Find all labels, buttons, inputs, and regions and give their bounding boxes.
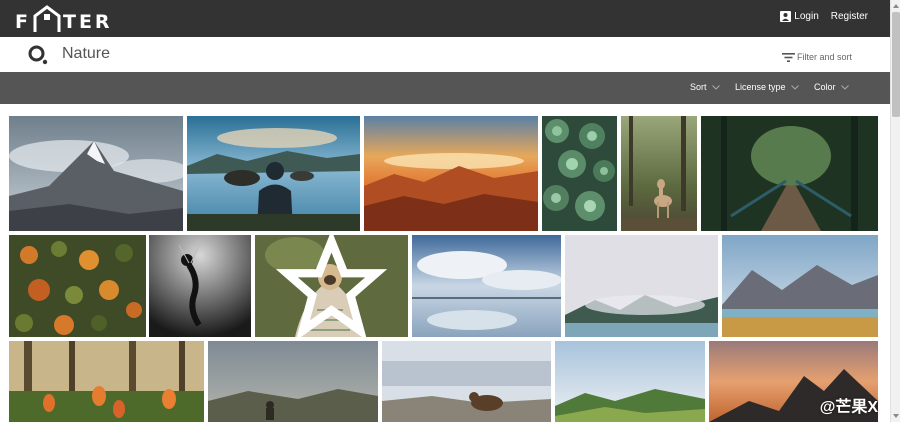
- bear-snow-image: [382, 341, 551, 422]
- photo-green-rolling-hills[interactable]: [555, 341, 705, 422]
- top-bar: F TER Login Register: [0, 0, 890, 37]
- photo-deer-in-forest[interactable]: [621, 116, 697, 231]
- mountain-peak-image: [9, 116, 183, 231]
- register-link[interactable]: Register: [831, 11, 868, 22]
- sort-label: Sort: [690, 82, 707, 92]
- logo-letter-f: F: [15, 11, 31, 33]
- desert-lake-image: [722, 235, 878, 337]
- sunset-image: [364, 116, 538, 231]
- bridge-image: [701, 116, 878, 231]
- chevron-down-icon: [711, 84, 720, 90]
- chevron-down-icon: [840, 84, 849, 90]
- photo-tulips-in-forest[interactable]: [9, 341, 204, 422]
- succulents-image: [542, 116, 617, 231]
- photo-foggy-hills-person[interactable]: [208, 341, 378, 422]
- foggy-hills-image: [208, 341, 378, 422]
- sky-reflection-image: [412, 235, 561, 337]
- deer-image: [621, 116, 697, 231]
- filter-icon: [781, 52, 795, 62]
- photo-desert-mountain-lake[interactable]: [722, 235, 878, 337]
- watermark: @芒果X: [819, 399, 878, 416]
- photo-green-succulents[interactable]: [542, 116, 617, 231]
- favorite-star-icon[interactable]: [255, 235, 408, 337]
- house-logo-icon: [33, 5, 61, 32]
- photo-cloudy-sky-reflection[interactable]: [412, 235, 561, 337]
- scrollbar-thumb[interactable]: [892, 12, 900, 117]
- filter-bar: Sort License type Color: [0, 72, 890, 104]
- color-label: Color: [814, 82, 836, 92]
- photo-man-at-mountain-lake[interactable]: [187, 116, 360, 231]
- license-type-dropdown[interactable]: License type: [735, 82, 799, 92]
- photo-autumn-forest-aerial[interactable]: [9, 235, 146, 337]
- chevron-down-icon: [790, 84, 799, 90]
- green-hills-image: [555, 341, 705, 422]
- search-icon[interactable]: [27, 44, 49, 66]
- page: F TER Login Register Nature Filter and s…: [0, 0, 900, 422]
- account-links: Login Register: [780, 11, 868, 22]
- user-icon: [780, 11, 792, 22]
- photo-sunset-over-mountains[interactable]: [364, 116, 538, 231]
- photo-dog-in-blanket[interactable]: [255, 235, 408, 337]
- autumn-forest-image: [9, 235, 146, 337]
- license-label: License type: [735, 82, 786, 92]
- man-lake-image: [187, 116, 360, 231]
- photo-bear-in-snow[interactable]: [382, 341, 551, 422]
- photo-forest-bridge[interactable]: [701, 116, 878, 231]
- search-row: Nature Filter and sort: [0, 37, 890, 72]
- foter-logo[interactable]: F TER: [15, 5, 113, 33]
- vertical-scrollbar[interactable]: [890, 0, 900, 422]
- color-dropdown[interactable]: Color: [814, 82, 849, 92]
- sort-dropdown[interactable]: Sort: [690, 82, 720, 92]
- underwater-image: [149, 235, 251, 337]
- filter-and-sort-button[interactable]: Filter and sort: [781, 52, 852, 62]
- search-query[interactable]: Nature: [62, 45, 110, 63]
- tulips-image: [9, 341, 204, 422]
- logo-letters-ter: TER: [62, 11, 113, 33]
- foggy-lake-image: [565, 235, 718, 337]
- photo-mountain-peak-clouds[interactable]: [9, 116, 183, 231]
- login-link[interactable]: Login: [794, 11, 818, 22]
- filter-label: Filter and sort: [796, 52, 852, 62]
- photo-foggy-lake-shore[interactable]: [565, 235, 718, 337]
- scroll-up-arrow-icon[interactable]: [892, 2, 900, 10]
- scroll-down-arrow-icon[interactable]: [892, 412, 900, 420]
- photo-underwater-person-bw[interactable]: [149, 235, 251, 337]
